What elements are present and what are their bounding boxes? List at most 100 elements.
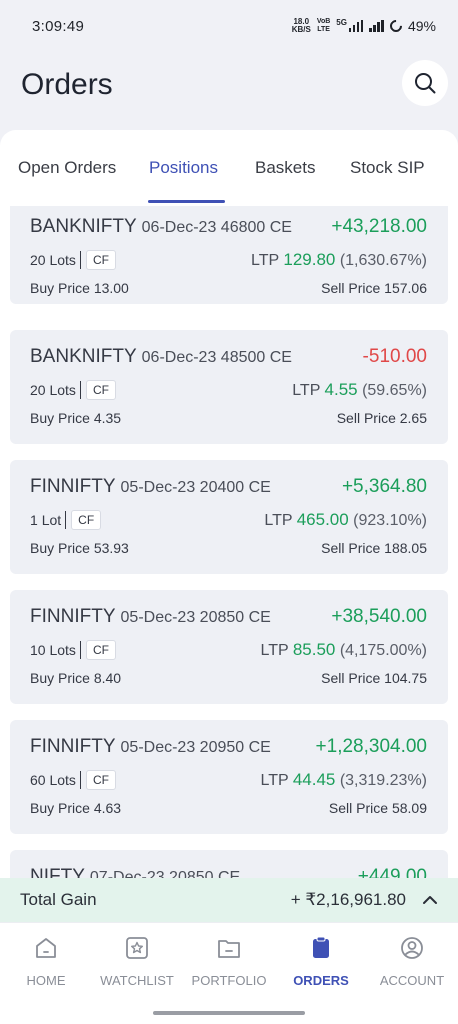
ltp-value: 465.00 [296, 510, 349, 529]
total-gain-bar[interactable]: Total Gain + ₹2,16,961.80 [0, 878, 458, 922]
cf-badge: CF [85, 250, 116, 270]
orders-icon [313, 936, 329, 958]
sell-price: Sell Price 188.05 [321, 540, 427, 556]
position-card[interactable]: NIFTY 07-Dec-23 20850 CE +449.00 [10, 850, 448, 878]
buy-price-label: Buy Price [30, 800, 90, 816]
contract-name: 06-Dec-23 46800 CE [141, 219, 292, 236]
sell-price-label: Sell Price [321, 280, 381, 296]
buy-price: Buy Price 4.63 [30, 800, 121, 816]
tab-bar: Open Orders Positions Baskets Stock SIP [0, 130, 458, 206]
position-pnl: +43,218.00 [331, 216, 427, 237]
ltp-label: LTP [251, 252, 279, 269]
bottom-nav: HOME WATCHLIST PORTFOLIO ORDERS ACCOUNT [0, 922, 458, 1024]
position-ltp: LTP 465.00 (923.10%) [264, 510, 427, 530]
volte-indicator: VoB LTE [317, 18, 330, 34]
lots-label: Lot [41, 512, 62, 528]
position-symbol: BANKNIFTY 06-Dec-23 46800 CE [30, 216, 292, 238]
cf-badge: CF [85, 380, 116, 400]
sell-price-label: Sell Price [321, 540, 381, 556]
sell-price: Sell Price 157.06 [321, 280, 427, 296]
total-gain-label: Total Gain [20, 890, 97, 909]
nav-account[interactable]: ACCOUNT [366, 935, 458, 988]
buy-price: Buy Price 13.00 [30, 280, 129, 296]
signal-icon-2 [369, 20, 384, 32]
position-pnl: +38,540.00 [331, 606, 427, 627]
sell-price-value: 157.06 [384, 280, 427, 296]
divider [79, 771, 81, 789]
lots-count: 20 [30, 252, 46, 268]
buy-price-value: 4.35 [93, 410, 122, 426]
position-card[interactable]: BANKNIFTY 06-Dec-23 46800 CE +43,218.00 … [10, 206, 448, 304]
contract-name: 05-Dec-23 20850 CE [120, 609, 271, 626]
sell-price-value: 58.09 [391, 800, 427, 816]
nav-label: HOME [26, 973, 66, 988]
nav-label: PORTFOLIO [191, 973, 267, 988]
nav-orders[interactable]: ORDERS [275, 935, 367, 988]
chevron-up-icon[interactable] [422, 894, 438, 906]
position-symbol: FINNIFTY 05-Dec-23 20850 CE [30, 606, 271, 628]
buy-price-label: Buy Price [30, 670, 90, 686]
home-indicator[interactable] [153, 1011, 305, 1015]
symbol-name: BANKNIFTY [30, 216, 137, 237]
buy-price-label: Buy Price [30, 280, 90, 296]
tab-baskets[interactable]: Baskets [255, 158, 315, 178]
position-card[interactable]: FINNIFTY 05-Dec-23 20400 CE +5,364.80 1 … [10, 460, 448, 574]
battery-icon [387, 17, 405, 35]
sell-price-label: Sell Price [336, 410, 396, 426]
tab-positions[interactable]: Positions [149, 158, 218, 178]
sell-price-label: Sell Price [321, 670, 381, 686]
ltp-change: (3,319.23%) [339, 772, 427, 789]
status-indicators: 18.0 KB/S VoB LTE 5G 49% [292, 17, 436, 35]
tab-stock-sip[interactable]: Stock SIP [350, 158, 425, 178]
ltp-change: (4,175.00%) [339, 642, 427, 659]
nav-watchlist[interactable]: WATCHLIST [91, 935, 183, 988]
contract-name: 05-Dec-23 20400 CE [120, 479, 271, 496]
cf-badge: CF [85, 770, 116, 790]
position-ltp: LTP 129.80 (1,630.67%) [251, 250, 427, 270]
position-card[interactable]: BANKNIFTY 06-Dec-23 48500 CE -510.00 20 … [10, 330, 448, 444]
ltp-label: LTP [292, 382, 321, 399]
divider [65, 511, 67, 529]
position-card[interactable]: FINNIFTY 05-Dec-23 20950 CE +1,28,304.00… [10, 720, 448, 834]
ltp-change: (1,630.67%) [339, 252, 427, 269]
position-lots-row: 10 Lots CF [30, 640, 116, 660]
sell-price-value: 188.05 [384, 540, 427, 556]
buy-price: Buy Price 4.35 [30, 410, 121, 426]
network-speed-unit: KB/S [291, 25, 311, 34]
contract-name: 06-Dec-23 48500 CE [141, 349, 292, 366]
search-button[interactable] [402, 60, 448, 106]
lots-label: Lots [49, 772, 76, 788]
nav-home[interactable]: HOME [0, 935, 92, 988]
symbol-name: FINNIFTY [30, 606, 116, 627]
status-bar: 3:09:49 18.0 KB/S VoB LTE 5G 49% [0, 0, 458, 52]
lots-count: 1 [30, 512, 38, 528]
positions-list[interactable]: BANKNIFTY 06-Dec-23 46800 CE +43,218.00 … [0, 206, 458, 878]
nav-label: ORDERS [293, 973, 349, 988]
position-symbol: FINNIFTY 05-Dec-23 20950 CE [30, 736, 271, 758]
position-card[interactable]: FINNIFTY 05-Dec-23 20850 CE +38,540.00 1… [10, 590, 448, 704]
divider [79, 381, 81, 399]
nav-portfolio[interactable]: PORTFOLIO [183, 935, 275, 988]
tab-open-orders[interactable]: Open Orders [18, 158, 116, 178]
ltp-change: (923.10%) [353, 512, 427, 529]
position-pnl: -510.00 [362, 346, 427, 367]
portfolio-icon [218, 940, 240, 958]
lots-label: Lots [49, 642, 76, 658]
home-icon [36, 938, 56, 958]
sell-price-label: Sell Price [328, 800, 389, 816]
network-speed: 18.0 KB/S [292, 18, 311, 34]
position-lots-row: 1 Lot CF [30, 510, 102, 530]
position-symbol: FINNIFTY 05-Dec-23 20400 CE [30, 476, 271, 498]
ltp-label: LTP [260, 772, 289, 789]
position-pnl: +449.00 [357, 866, 427, 878]
lots-label: Lots [49, 382, 76, 398]
cf-badge: CF [85, 640, 116, 660]
sell-price-value: 104.75 [384, 670, 427, 686]
symbol-name: FINNIFTY [30, 736, 116, 757]
buy-price-value: 13.00 [93, 280, 129, 296]
volte-bottom: LTE [317, 26, 330, 33]
contract-name: 07-Dec-23 20850 CE [89, 869, 241, 878]
total-gain-value: + ₹2,16,961.80 [290, 890, 406, 909]
buy-price-value: 53.93 [93, 540, 129, 556]
sell-price-value: 2.65 [399, 410, 427, 426]
